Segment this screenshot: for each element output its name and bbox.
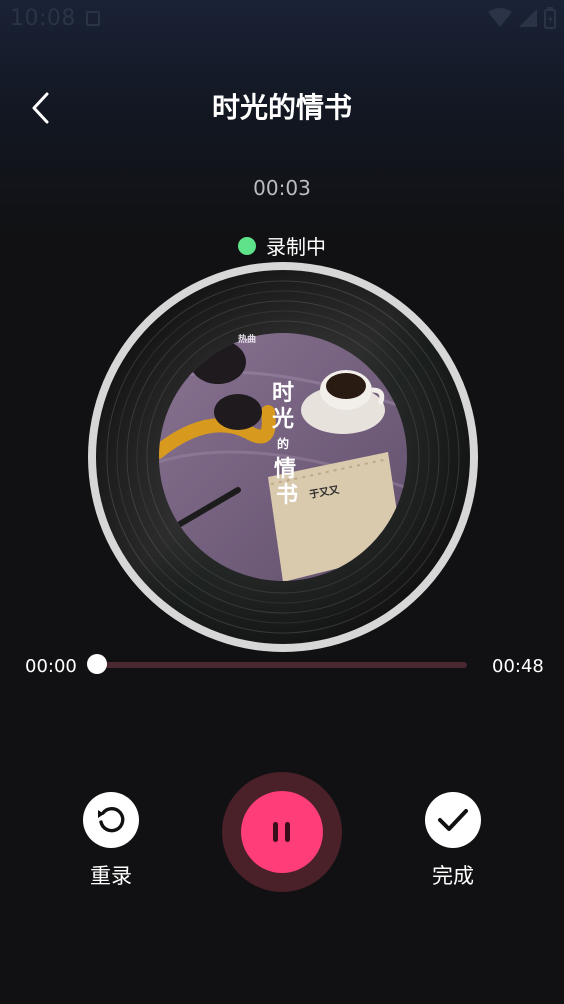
album-title-char-1: 时: [272, 381, 294, 406]
progress-end-time: 00:48: [492, 656, 544, 677]
progress-start-time: 00:00: [25, 656, 77, 677]
status-icons: [488, 7, 556, 29]
pause-button-inner: [241, 791, 323, 873]
status-time: 10:08: [10, 6, 76, 31]
cell-signal-icon: [519, 9, 537, 27]
album-badge: 热曲: [238, 333, 256, 345]
notification-icon: [86, 11, 100, 26]
album-title-char-2: 光: [271, 407, 294, 432]
album-title-char-4: 情: [274, 456, 296, 482]
checkmark-icon: [438, 809, 468, 831]
wifi-icon: [488, 8, 512, 27]
recording-status: 录制中: [0, 231, 564, 260]
vinyl-record: 时 光 的 情 书 于又又 热曲: [88, 262, 478, 652]
album-title-char-5: 书: [276, 483, 298, 508]
pause-button[interactable]: [222, 772, 342, 892]
status-bar: 10:08: [0, 0, 564, 40]
recording-dot: [238, 236, 256, 255]
rotate-ccw-icon: [98, 806, 125, 833]
album-title-char-3: 的: [277, 436, 289, 451]
done-label[interactable]: 完成: [403, 860, 503, 890]
page-title: 时光的情书: [211, 91, 352, 124]
progress-thumb[interactable]: [87, 654, 107, 674]
done-button[interactable]: [425, 792, 481, 848]
recording-status-label: 录制中: [266, 235, 326, 259]
rerecord-label[interactable]: 重录: [61, 860, 161, 890]
battery-icon: [544, 7, 556, 29]
elapsed-time: 00:03: [253, 176, 311, 200]
progress-track[interactable]: [97, 662, 467, 668]
rerecord-button[interactable]: [83, 792, 139, 848]
recording-screen: 10:08 时光的情书 00:03 录制中 时 光 的 情 书 于又又 热曲 0…: [0, 0, 564, 1004]
pause-icon: [273, 822, 290, 842]
